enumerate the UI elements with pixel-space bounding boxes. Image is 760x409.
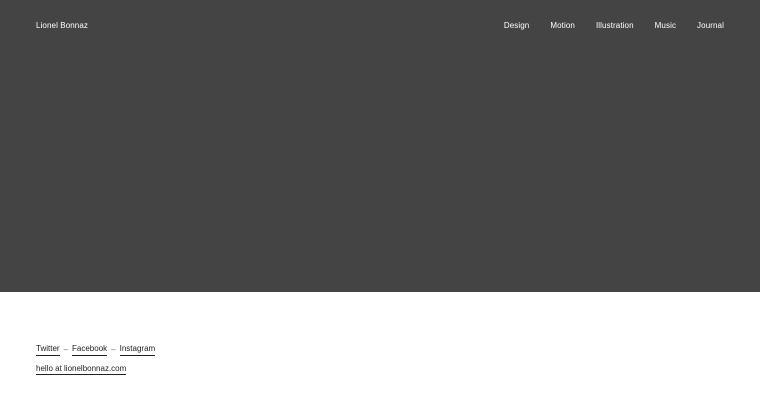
site-title-link[interactable]: Lionel Bonnaz (36, 21, 88, 31)
separator: – (111, 345, 116, 354)
nav-item-illustration[interactable]: Illustration (596, 21, 634, 31)
instagram-link[interactable]: Instagram (119, 344, 156, 356)
twitter-link[interactable]: Twitter (36, 344, 60, 356)
email-row: hello at lionelbonnaz.com (36, 364, 155, 376)
hero-banner: Lionel Bonnaz Design Motion Illustration… (0, 0, 760, 292)
facebook-link[interactable]: Facebook (72, 344, 108, 356)
separator: – (63, 345, 69, 354)
main-nav: Design Motion Illustration Music Journal (504, 21, 724, 31)
nav-item-journal[interactable]: Journal (697, 21, 724, 31)
nav-item-design[interactable]: Design (504, 21, 530, 31)
email-link[interactable]: hello at lionelbonnaz.com (36, 364, 127, 375)
footer: Twitter – Facebook – Instagram hello at … (36, 344, 156, 376)
nav-item-motion[interactable]: Motion (550, 21, 575, 31)
nav-item-music[interactable]: Music (655, 21, 676, 31)
social-links: Twitter – Facebook – Instagram (36, 344, 156, 356)
